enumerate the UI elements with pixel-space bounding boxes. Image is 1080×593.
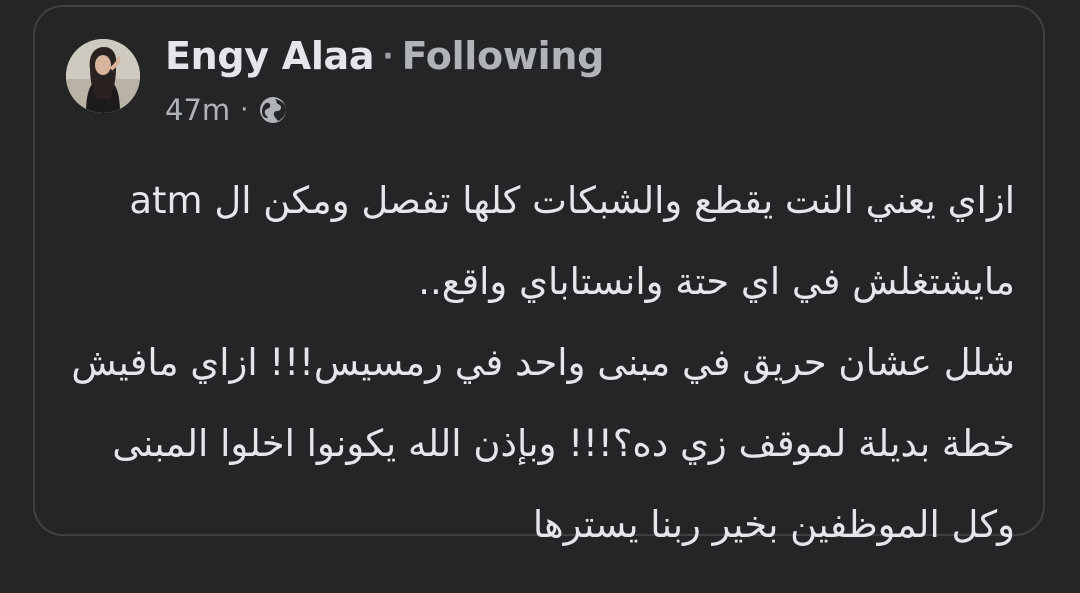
post-header: Engy Alaa · Following [165,30,604,82]
globe-icon[interactable] [258,95,288,125]
post-text-line: وكل الموظفين بخير ربنا يسترها [532,503,1015,546]
name-separator: · [382,38,394,74]
post-time[interactable]: 47m [165,93,230,127]
post-text-line: مايشتغلش في اي حتة وانستاباي واقع.. [418,260,1015,303]
avatar[interactable] [66,39,140,113]
follow-status[interactable]: Following [402,34,605,78]
author-name[interactable]: Engy Alaa [165,34,375,78]
meta-separator: · [240,95,249,125]
post-text-line: خطة بديلة لموقف زي ده؟!!! وبإذن الله يكو… [112,422,1015,465]
post-text: ازاي يعني النت يقطع والشبكات كلها تفصل و… [71,160,1015,565]
post-text-line: ازاي يعني النت يقطع والشبكات كلها تفصل و… [129,179,1015,222]
post-meta: 47m · [165,90,288,130]
post-text-line: شلل عشان حريق في مبنى واحد في رمسيس!!! ا… [71,341,1015,384]
